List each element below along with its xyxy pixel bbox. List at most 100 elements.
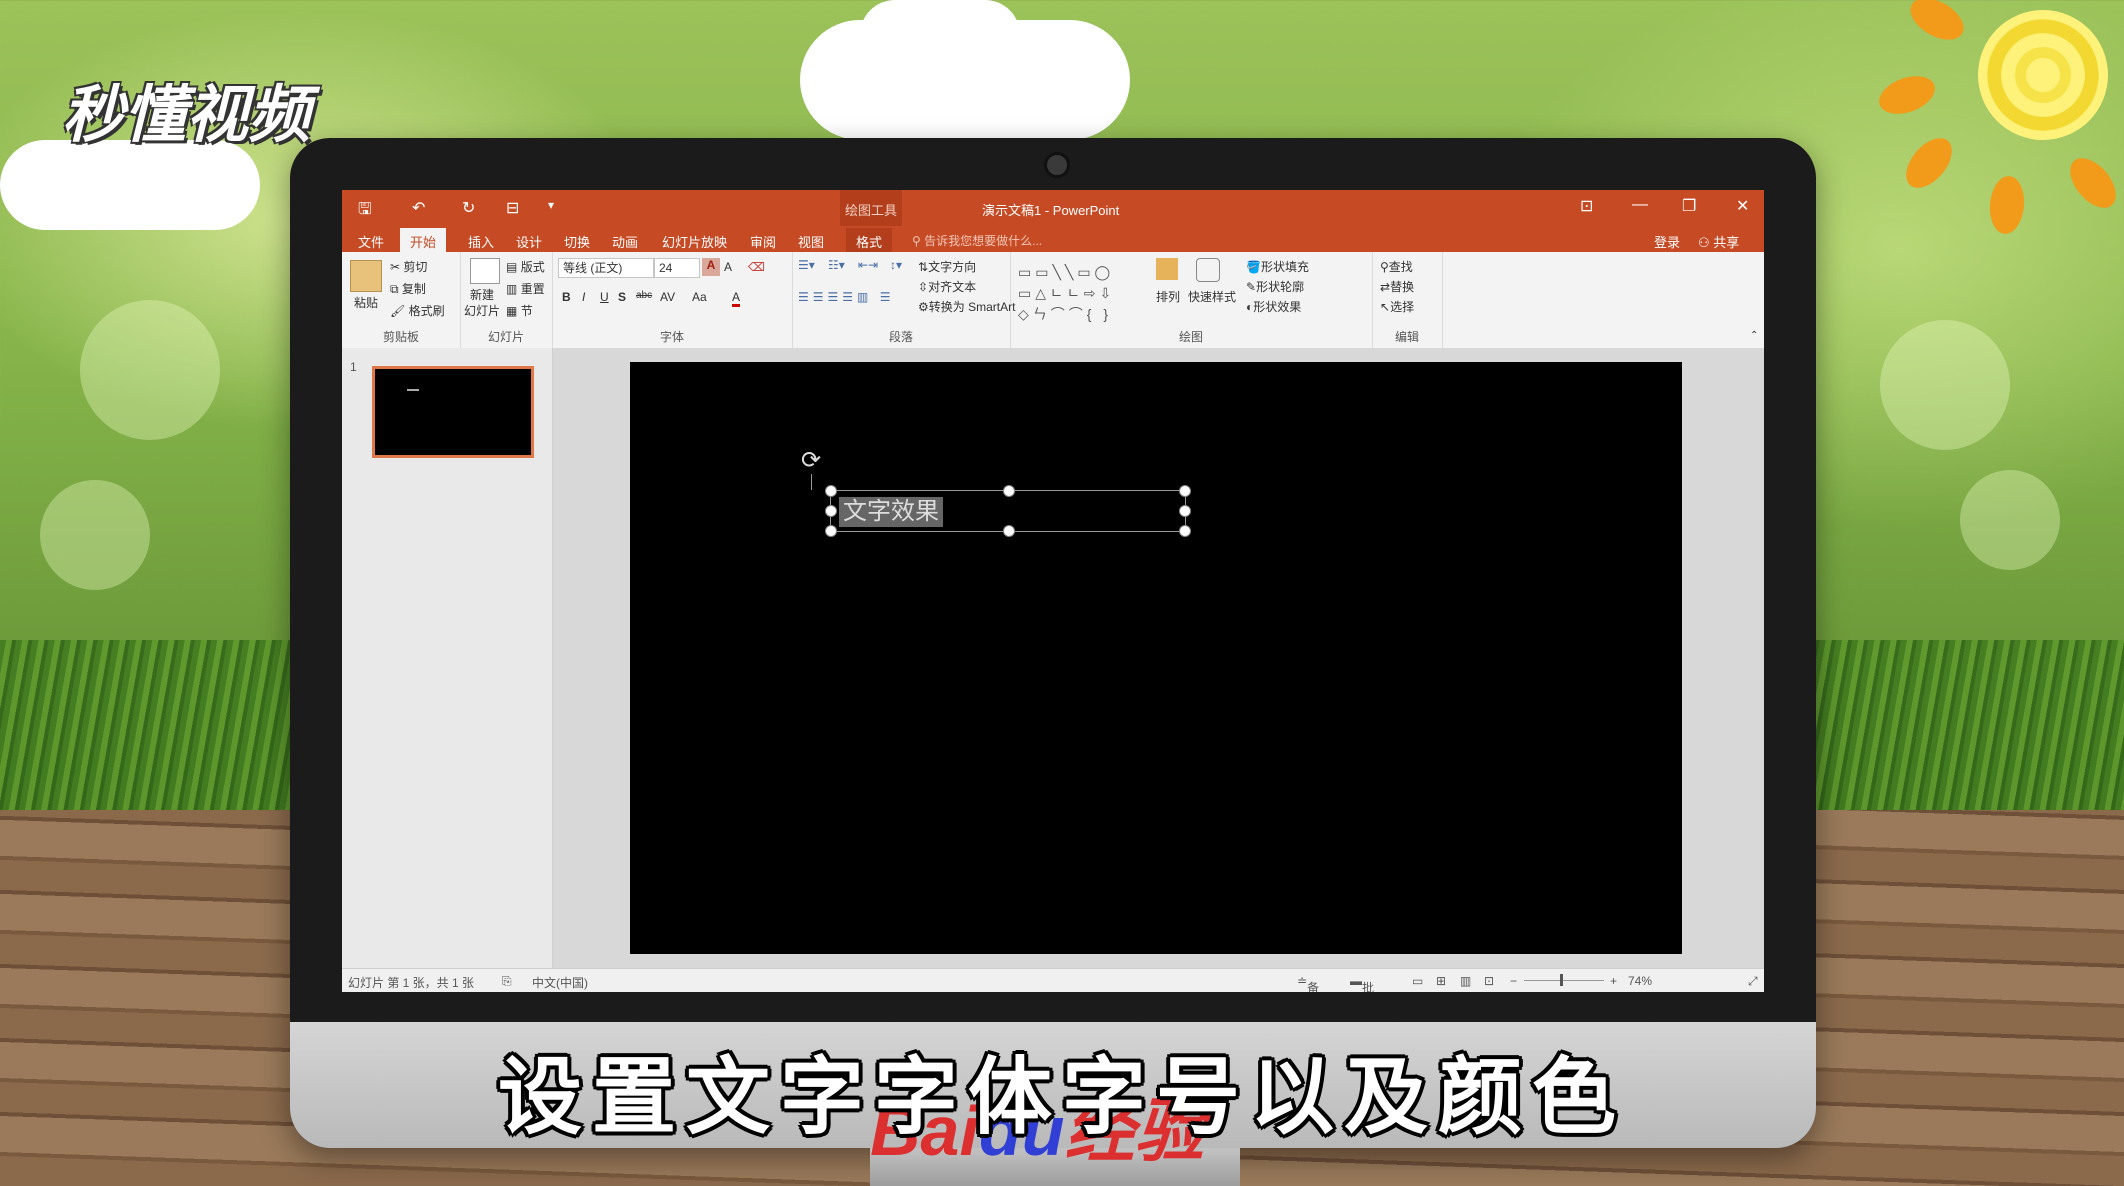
slide-canvas[interactable]: ⟳ 文字效果 [630,362,1682,954]
present-icon[interactable]: ⊟ [506,198,519,218]
quick-styles-icon[interactable] [1196,258,1220,282]
zoom-level[interactable]: 74% [1628,974,1652,988]
paste-button[interactable]: 粘贴 [354,294,378,311]
slide-sorter-icon[interactable]: ⊞ [1436,974,1446,988]
resize-handle[interactable] [825,485,837,497]
resize-handle[interactable] [825,505,837,517]
bullets-icon[interactable]: ☰▾ [798,258,815,272]
new-slide-label-1[interactable]: 新建 [470,286,494,303]
slide-thumbnail[interactable] [372,366,534,458]
shrink-font-button[interactable]: A [724,260,732,274]
quick-styles-button[interactable]: 快速样式 [1188,288,1236,305]
notes-button[interactable]: ≐ 备注 [1297,974,1319,992]
save-icon[interactable]: 🖫 [358,198,372,225]
numbering-icon[interactable]: ☷▾ [828,258,845,272]
format-painter-button[interactable]: 🖌 格式刷 [390,302,445,319]
comments-button[interactable]: ▬ 批注 [1350,974,1374,992]
italic-button[interactable]: I [582,290,585,304]
arrange-icon[interactable] [1156,258,1178,280]
login-link[interactable]: 登录 [1654,232,1680,251]
spellcheck-icon[interactable]: ⎘ [502,974,512,989]
arrange-button[interactable]: 排列 [1156,288,1180,305]
close-button[interactable]: ✕ [1736,196,1749,216]
tab-review[interactable]: 审阅 [750,232,776,251]
tell-me-search[interactable]: ⚲ 告诉我您想要做什么... [912,232,1042,249]
language-status[interactable]: 中文(中国) [532,974,588,991]
tab-slideshow[interactable]: 幻灯片放映 [662,232,727,251]
shape-outline-button[interactable]: ✎形状轮廓 [1246,278,1304,295]
change-case-button[interactable]: Aa [692,290,707,304]
align-text-button[interactable]: ⇳对齐文本 [918,278,976,295]
resize-handle[interactable] [1179,525,1191,537]
font-name-dropdown[interactable]: 等线 (正文) [558,258,654,278]
strikethrough-button[interactable]: abc [636,290,652,301]
resize-handle[interactable] [1003,525,1015,537]
smartart-button[interactable]: ⚙转换为 SmartArt [918,298,1015,315]
new-slide-icon[interactable] [470,258,500,284]
drawing-group: ▭▭╲╲▭◯ ▭△ㄴㄴ⇨⇩ ◇ㄣ⌒⌒{ } 排列 快速样式 🪣形状填充 ✎形状轮廓 … [1010,252,1373,348]
text-box[interactable]: 文字效果 [825,485,1191,537]
shapes-gallery[interactable]: ▭▭╲╲▭◯ ▭△ㄴㄴ⇨⇩ ◇ㄣ⌒⌒{ } [1018,262,1148,328]
shape-fill-button[interactable]: 🪣形状填充 [1246,258,1309,275]
selected-text[interactable]: 文字效果 [839,497,943,527]
underline-button[interactable]: U [600,290,609,304]
normal-view-icon[interactable]: ▭ [1412,974,1423,988]
resize-handle[interactable] [825,525,837,537]
customize-toolbar-icon[interactable]: ▾ [548,198,554,212]
tab-design[interactable]: 设计 [516,232,542,251]
maximize-button[interactable]: ❐ [1682,196,1696,216]
tab-home[interactable]: 开始 [400,228,447,254]
collapse-ribbon-icon[interactable]: ⌃ [1750,330,1758,341]
zoom-in-button[interactable]: + [1610,974,1617,988]
rotate-handle-icon[interactable]: ⟳ [801,446,821,475]
grow-font-button[interactable]: A [702,258,720,276]
section-icon: ▦ [506,304,518,318]
character-spacing-button[interactable]: AV [660,290,675,304]
zoom-slider-thumb[interactable] [1560,974,1563,986]
resize-handle[interactable] [1003,485,1015,497]
font-color-button[interactable]: A [732,290,741,307]
indent-icons[interactable]: ⇤⇥ [858,258,878,272]
section-button[interactable]: ▦ 节 [506,302,533,319]
slideshow-view-icon[interactable]: ⊡ [1484,974,1494,988]
redo-icon[interactable]: ↻ [462,198,475,218]
editing-group: ⚲查找 ⇄替换 ↖选择 编辑 [1372,252,1443,348]
resize-handle[interactable] [1179,505,1191,517]
ribbon-display-options-icon[interactable]: ⊡ [1580,196,1593,216]
find-button[interactable]: ⚲查找 [1380,258,1413,275]
bold-button[interactable]: B [562,290,571,304]
tab-insert[interactable]: 插入 [468,232,494,251]
cut-button[interactable]: ✂ 剪切 [390,258,427,275]
resize-handle[interactable] [1179,485,1191,497]
shape-fill-label: 形状填充 [1260,260,1309,274]
tab-view[interactable]: 视图 [798,232,824,251]
tab-animations[interactable]: 动画 [612,232,638,251]
zoom-slider[interactable] [1524,980,1604,981]
text-direction-button[interactable]: ⇅文字方向 [918,258,976,275]
new-slide-label-2[interactable]: 幻灯片 [464,302,500,319]
shape-effects-button[interactable]: ◐形状效果 [1246,298,1301,315]
select-button[interactable]: ↖选择 [1380,298,1414,315]
paste-icon[interactable] [350,260,382,292]
reading-view-icon[interactable]: ▥ [1460,974,1471,988]
tab-format[interactable]: 格式 [846,228,893,254]
smartart-label: 转换为 SmartArt [928,300,1016,314]
undo-icon[interactable]: ↶ [412,198,425,218]
alignment-icons[interactable]: ☰☰☰☰▥ ☰ [798,290,894,304]
clear-format-icon[interactable]: ⌫ [748,260,765,274]
copy-button[interactable]: ⧉ 复制 [390,280,426,297]
layout-button[interactable]: ▤ 版式 [506,258,545,275]
share-button[interactable]: ⚇ 共享 [1698,232,1739,251]
fit-slide-icon[interactable]: ⤢ [1748,974,1758,989]
line-spacing-icon[interactable]: ↕▾ [890,258,902,272]
shadow-button[interactable]: S [618,290,626,304]
font-size-dropdown[interactable]: 24 [654,258,700,278]
search-icon: ⚲ [1380,260,1389,274]
replace-button[interactable]: ⇄替换 [1380,278,1414,295]
minimize-button[interactable]: — [1632,196,1648,214]
zoom-out-button[interactable]: − [1510,974,1517,988]
tab-transitions[interactable]: 切换 [564,232,590,251]
tab-file[interactable]: 文件 [358,232,384,251]
reset-button[interactable]: ▥ 重置 [506,280,545,297]
slides-group-label: 幻灯片 [487,330,524,344]
